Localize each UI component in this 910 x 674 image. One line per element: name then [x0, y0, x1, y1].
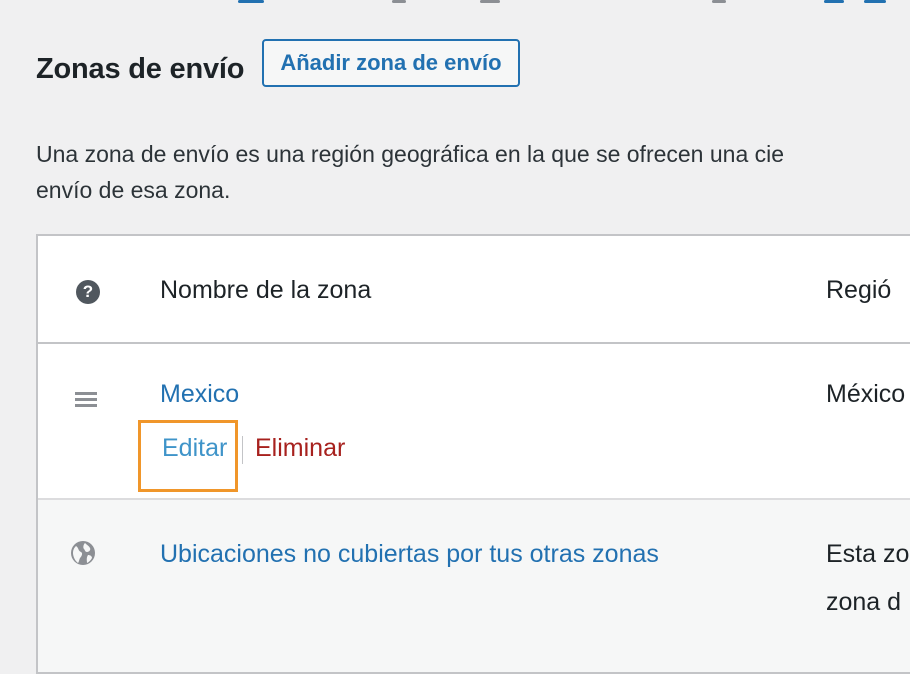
column-header-zone-name: Nombre de la zona — [160, 276, 372, 304]
table-row: Ubicaciones no cubiertas por tus otras z… — [38, 500, 910, 672]
column-header-region: Regió — [826, 276, 892, 304]
add-shipping-zone-button[interactable]: Añadir zona de envío — [262, 39, 520, 87]
description-line-2: envío de esa zona. — [36, 177, 231, 203]
zone-name-link[interactable]: Mexico — [160, 376, 239, 412]
globe-icon — [71, 541, 95, 565]
drag-handle-icon[interactable] — [75, 392, 97, 408]
shipping-zones-table: ? Nombre de la zona Regió Mexico Editar … — [36, 234, 910, 674]
heading-row: Zonas de envío Añadir zona de envío — [36, 39, 520, 98]
page-title: Zonas de envío — [36, 53, 245, 85]
zone-region-line-2: zona d — [826, 588, 902, 616]
delete-zone-link[interactable]: Eliminar — [255, 430, 345, 466]
zone-name-link[interactable]: Ubicaciones no cubiertas por tus otras z… — [160, 536, 659, 572]
clipped-previous-content — [0, 0, 910, 6]
action-separator — [242, 436, 243, 464]
description-line-1: Una zona de envío es una región geográfi… — [36, 141, 785, 167]
table-header-row: ? Nombre de la zona Regió — [38, 236, 910, 344]
help-icon[interactable]: ? — [76, 280, 100, 304]
zone-region: México — [826, 380, 906, 408]
edit-zone-link[interactable]: Editar — [162, 430, 227, 466]
zone-region-line-1: Esta zo — [826, 540, 910, 568]
zones-description: Una zona de envío es una región geográfi… — [36, 136, 910, 208]
table-row: Mexico Editar Eliminar México — [38, 342, 910, 500]
